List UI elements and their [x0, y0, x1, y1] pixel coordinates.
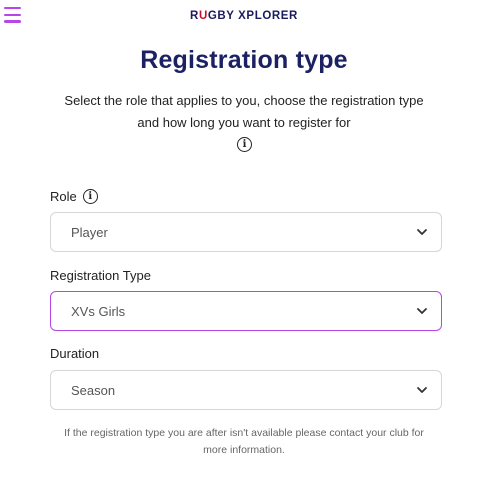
registration-type-select-value: XVs Girls — [71, 303, 126, 319]
duration-select-value: Season — [71, 382, 116, 398]
duration-label-group: Duration — [50, 346, 99, 361]
help-footnote: If the registration type you are after i… — [64, 427, 424, 456]
rugby-xplorer-logo: RUGBY XPLORER — [190, 10, 298, 22]
page-subtitle: Select the role that applies to you, cho… — [64, 93, 424, 130]
role-label-group: Role i — [50, 189, 98, 204]
registration-type-label: Registration Type — [50, 268, 151, 283]
chevron-down-icon — [417, 308, 427, 314]
role-select-value: Player — [71, 224, 108, 240]
role-info-icon[interactable]: i — [82, 189, 98, 204]
chevron-down-icon — [417, 229, 427, 235]
info-icon[interactable]: i — [237, 137, 252, 152]
duration-select[interactable]: Season — [50, 370, 442, 410]
role-select[interactable]: Player — [50, 212, 442, 252]
chevron-down-icon — [417, 387, 427, 393]
registration-type-label-group: Registration Type — [50, 268, 151, 283]
role-label: Role — [50, 189, 77, 204]
page-title: Registration type — [140, 46, 348, 74]
registration-type-select[interactable]: XVs Girls — [50, 291, 442, 331]
duration-label: Duration — [50, 346, 100, 361]
